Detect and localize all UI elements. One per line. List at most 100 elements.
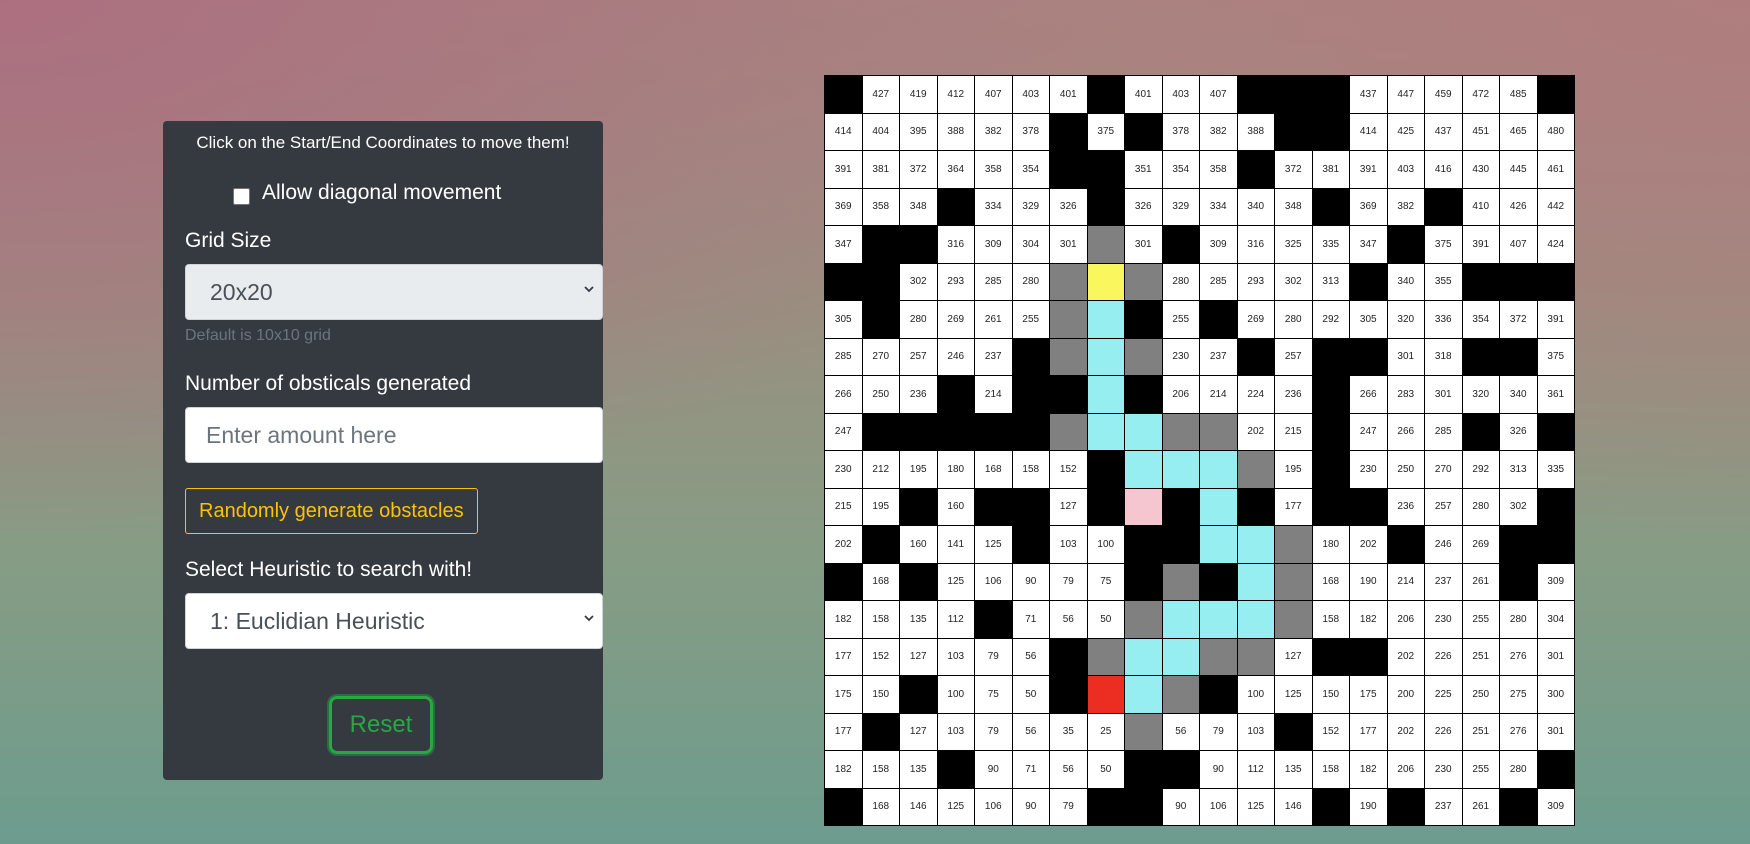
grid-cell[interactable]: 361	[1537, 376, 1574, 413]
grid-cell[interactable]: 255	[1162, 301, 1199, 338]
path-cell[interactable]	[1087, 301, 1124, 338]
generate-obstacles-button[interactable]: Randomly generate obstacles	[185, 488, 478, 534]
grid-cell[interactable]: 177	[1350, 713, 1387, 750]
grid-cell[interactable]: 426	[1500, 188, 1537, 225]
grid-cell[interactable]: 304	[1012, 226, 1049, 263]
grid-cell[interactable]: 280	[1275, 301, 1312, 338]
grid-cell[interactable]: 168	[1312, 563, 1349, 600]
grid-cell[interactable]: 127	[1050, 488, 1087, 525]
grid-cell[interactable]: 301	[1425, 376, 1462, 413]
grid-cell[interactable]: 266	[1387, 413, 1424, 450]
path-cell[interactable]	[1200, 601, 1237, 638]
path-cell[interactable]	[1162, 601, 1199, 638]
wall-cell[interactable]	[862, 301, 899, 338]
grid-cell[interactable]: 214	[975, 376, 1012, 413]
wall-cell[interactable]	[1087, 488, 1124, 525]
grid-cell[interactable]: 224	[1237, 376, 1274, 413]
wall-cell[interactable]	[1537, 76, 1574, 113]
grid-cell[interactable]: 372	[1500, 301, 1537, 338]
grid-cell[interactable]: 419	[900, 76, 937, 113]
wall-cell[interactable]	[1537, 526, 1574, 563]
grid-cell[interactable]: 355	[1425, 263, 1462, 300]
grid-cell[interactable]: 246	[1425, 526, 1462, 563]
grid-cell[interactable]: 250	[1462, 676, 1499, 713]
grid-cell[interactable]: 56	[1162, 713, 1199, 750]
visited-cell[interactable]	[1162, 413, 1199, 450]
wall-cell[interactable]	[1275, 713, 1312, 750]
grid-cell[interactable]: 318	[1425, 338, 1462, 375]
grid-cell[interactable]: 391	[1462, 226, 1499, 263]
wall-cell[interactable]	[1312, 76, 1349, 113]
grid-cell[interactable]: 309	[1537, 563, 1574, 600]
grid-cell[interactable]: 214	[1200, 376, 1237, 413]
grid-cell[interactable]: 391	[825, 151, 862, 188]
grid-cell[interactable]: 182	[1350, 751, 1387, 788]
grid-cell[interactable]: 485	[1500, 76, 1537, 113]
grid-cell[interactable]: 160	[900, 526, 937, 563]
grid-cell[interactable]: 177	[1275, 488, 1312, 525]
grid-cell[interactable]: 354	[1462, 301, 1499, 338]
wall-cell[interactable]	[1312, 338, 1349, 375]
wall-cell[interactable]	[862, 226, 899, 263]
grid-cell[interactable]: 75	[1087, 563, 1124, 600]
wall-cell[interactable]	[1125, 526, 1162, 563]
grid-cell[interactable]: 195	[900, 451, 937, 488]
wall-cell[interactable]	[1012, 413, 1049, 450]
grid-cell[interactable]: 190	[1350, 563, 1387, 600]
path-cell[interactable]	[1125, 451, 1162, 488]
grid-cell[interactable]: 325	[1275, 226, 1312, 263]
grid-cell[interactable]: 375	[1537, 338, 1574, 375]
grid-cell[interactable]: 382	[1200, 113, 1237, 150]
grid-cell[interactable]: 347	[1350, 226, 1387, 263]
wall-cell[interactable]	[1125, 113, 1162, 150]
grid-cell[interactable]: 103	[1050, 526, 1087, 563]
grid-cell[interactable]: 407	[975, 76, 1012, 113]
grid-cell[interactable]: 309	[1200, 226, 1237, 263]
wall-cell[interactable]	[1387, 526, 1424, 563]
wall-cell[interactable]	[937, 188, 974, 225]
grid-cell[interactable]: 206	[1387, 601, 1424, 638]
wall-cell[interactable]	[975, 413, 1012, 450]
obstacles-input[interactable]: Enter amount here	[185, 407, 603, 463]
grid-cell[interactable]: 304	[1537, 601, 1574, 638]
grid-cell[interactable]: 320	[1462, 376, 1499, 413]
wall-cell[interactable]	[862, 413, 899, 450]
grid-cell[interactable]: 214	[1387, 563, 1424, 600]
grid-cell[interactable]: 269	[1462, 526, 1499, 563]
visited-cell[interactable]	[1125, 263, 1162, 300]
grid-cell[interactable]: 25	[1087, 713, 1124, 750]
grid-cell[interactable]: 305	[1350, 301, 1387, 338]
grid-cell[interactable]: 410	[1462, 188, 1499, 225]
grid-cell[interactable]: 335	[1537, 451, 1574, 488]
wall-cell[interactable]	[937, 376, 974, 413]
wall-cell[interactable]	[975, 488, 1012, 525]
grid-cell[interactable]: 135	[1275, 751, 1312, 788]
wall-cell[interactable]	[1050, 113, 1087, 150]
grid-cell[interactable]: 378	[1012, 113, 1049, 150]
grid-cell[interactable]: 427	[862, 76, 899, 113]
wall-cell[interactable]	[1200, 301, 1237, 338]
wall-cell[interactable]	[975, 601, 1012, 638]
wall-cell[interactable]	[825, 263, 862, 300]
grid-cell[interactable]: 71	[1012, 601, 1049, 638]
grid-cell[interactable]: 182	[825, 751, 862, 788]
grid-cell[interactable]: 230	[1162, 338, 1199, 375]
grid-cell[interactable]: 388	[937, 113, 974, 150]
grid-cell[interactable]: 404	[862, 113, 899, 150]
grid-cell[interactable]: 313	[1500, 451, 1537, 488]
grid-cell[interactable]: 158	[862, 601, 899, 638]
wall-cell[interactable]	[1125, 751, 1162, 788]
grid-cell[interactable]: 202	[1350, 526, 1387, 563]
grid-cell[interactable]: 403	[1012, 76, 1049, 113]
wall-cell[interactable]	[1537, 488, 1574, 525]
grid-cell[interactable]: 230	[825, 451, 862, 488]
path-cell[interactable]	[1200, 488, 1237, 525]
grid-cell[interactable]: 316	[937, 226, 974, 263]
grid-cell[interactable]: 255	[1462, 601, 1499, 638]
grid-cell[interactable]: 335	[1312, 226, 1349, 263]
wall-cell[interactable]	[862, 263, 899, 300]
grid-cell[interactable]: 90	[1012, 788, 1049, 825]
visited-cell[interactable]	[1162, 563, 1199, 600]
grid-cell[interactable]: 250	[1387, 451, 1424, 488]
grid-cell[interactable]: 301	[1537, 638, 1574, 675]
